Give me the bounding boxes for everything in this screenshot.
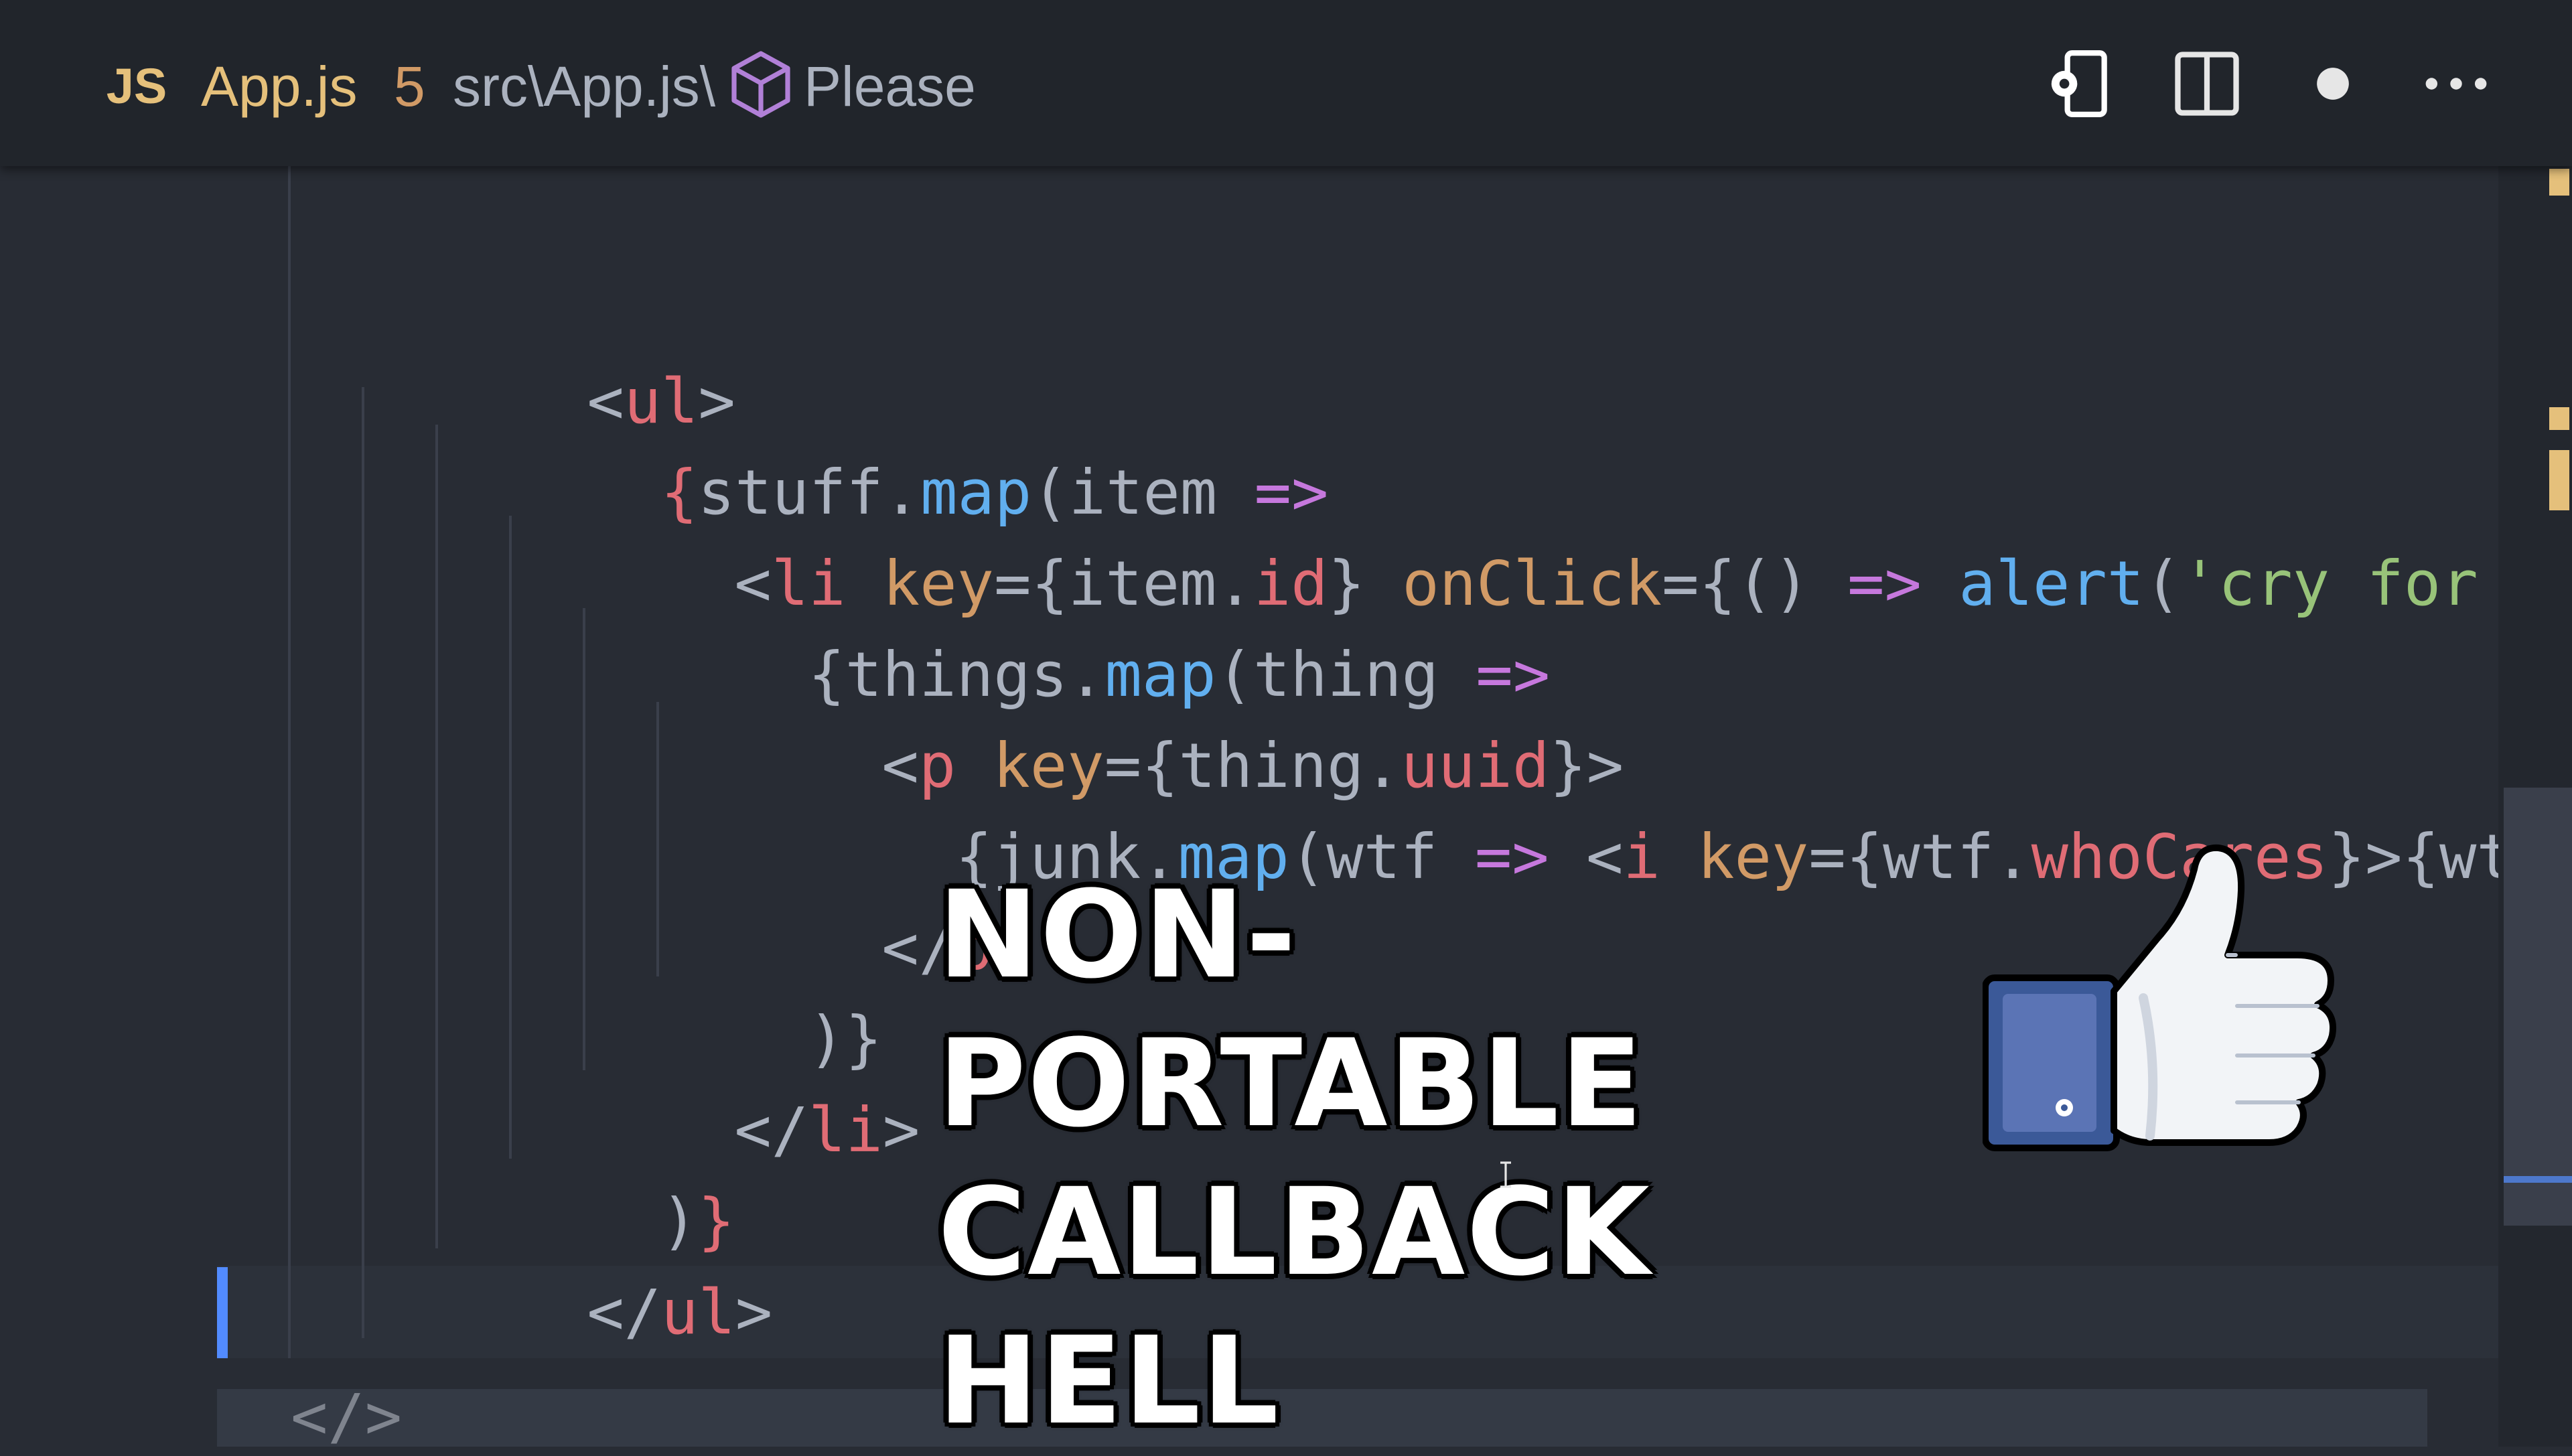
javascript-file-icon: JS <box>106 58 167 114</box>
code-line: )} <box>660 1185 735 1257</box>
warning-marker <box>2549 407 2569 430</box>
split-editor-icon[interactable] <box>2170 47 2244 121</box>
scrollbar-thumb[interactable] <box>2504 788 2572 1226</box>
indent-guide <box>288 166 291 1358</box>
code-line: <li key={item.id} onClick={() => alert('… <box>734 548 2478 620</box>
warning-marker <box>2549 450 2569 510</box>
unsaved-dot-icon[interactable] <box>2296 47 2370 121</box>
vertical-scrollbar[interactable] <box>2498 166 2572 1447</box>
scrollbar-selection-marker <box>2504 1176 2572 1183</box>
caption-line-1: NON-PORTABLE <box>938 865 1644 1154</box>
caption-line-2: CALLBACK HELL <box>938 1163 1651 1451</box>
thumbs-up-icon <box>1983 844 2336 1151</box>
code-line: {junk.map(wtf => <i key={wtf.whoCares}>{… <box>955 821 2498 893</box>
code-line: </ul> <box>587 1277 773 1348</box>
file-name[interactable]: App.js <box>201 0 357 166</box>
code-line: <ul> <box>587 366 735 437</box>
warning-marker <box>2549 169 2569 196</box>
breadcrumb-path[interactable]: src\App.js\ <box>453 0 715 166</box>
code-line: )} <box>808 1003 883 1075</box>
video-caption: NON-PORTABLE CALLBACK HELL <box>938 861 1942 1456</box>
breadcrumb-symbol[interactable]: Please <box>804 0 976 166</box>
fragment-close-tag: </> <box>291 1381 403 1447</box>
editor-tab-header: JS App.js 5 src\App.js\ Please <box>0 0 2572 166</box>
more-actions-icon[interactable] <box>2419 47 2493 121</box>
cube-icon <box>731 51 790 118</box>
code-line: <p key={thing.uuid}> <box>881 730 1624 802</box>
text-cursor <box>217 1267 228 1358</box>
code-line: {things.map(thing => <box>808 639 1551 711</box>
problem-count: 5 <box>394 55 425 118</box>
text-cursor-pointer-icon <box>1500 1161 1511 1188</box>
code-line: {stuff.map(item => <box>660 457 1329 528</box>
code-line: </li> <box>734 1094 920 1166</box>
open-changes-icon[interactable] <box>2043 47 2117 121</box>
